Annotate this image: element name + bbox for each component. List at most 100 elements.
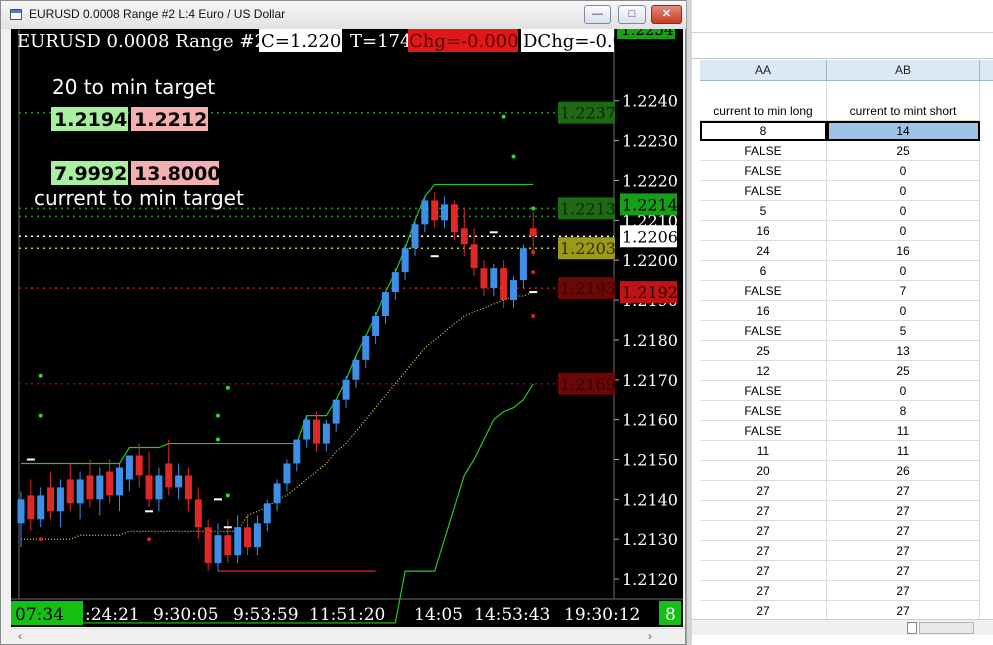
header-cell-short[interactable]: current to mint short: [827, 101, 980, 121]
cell-ab[interactable]: 5: [827, 321, 980, 341]
candle-body: [56, 487, 64, 512]
cell-aa[interactable]: 16: [700, 301, 827, 321]
cell-ab[interactable]: 0: [827, 301, 980, 321]
price-tick-label: 1.2240: [622, 92, 678, 111]
chart-horizontal-scrollbar[interactable]: ‹ ›: [11, 628, 683, 644]
price-chart[interactable]: EURUSD 0.0008 Range #2 C=1.2206 T=174 Ch…: [11, 29, 683, 627]
cell-ab[interactable]: 8: [827, 401, 980, 421]
column-header-ab[interactable]: AB: [827, 60, 980, 81]
cell-ab[interactable]: 11: [827, 421, 980, 441]
cell-ab[interactable]: 0: [827, 181, 980, 201]
candle-body: [27, 495, 35, 520]
header-cell-long[interactable]: current to min long: [700, 101, 827, 121]
cell-ab[interactable]: 7: [827, 281, 980, 301]
candle-body: [106, 471, 114, 496]
cell-aa[interactable]: FALSE: [700, 141, 827, 161]
box-short-1: 1.2212: [134, 109, 207, 131]
candle-body: [421, 200, 429, 225]
cell-ab[interactable]: 27: [827, 481, 980, 501]
cell-aa[interactable]: 27: [700, 561, 827, 581]
green-dot: [38, 373, 43, 378]
column-header-next[interactable]: [980, 60, 993, 81]
cell-aa[interactable]: 8: [700, 121, 827, 141]
formula-bar[interactable]: [692, 33, 993, 59]
cell-aa[interactable]: 20: [700, 461, 827, 481]
cell-aa[interactable]: FALSE: [700, 381, 827, 401]
sheet-scroll-track[interactable]: [919, 622, 974, 634]
sheet-horizontal-scrollbar[interactable]: [692, 619, 993, 635]
cell-ab[interactable]: 27: [827, 541, 980, 561]
price-tick-label: 1.2150: [622, 450, 678, 469]
cell-aa[interactable]: FALSE: [700, 421, 827, 441]
cell-ab[interactable]: 0: [827, 201, 980, 221]
cell-aa[interactable]: 25: [700, 341, 827, 361]
price-label: 1.2206: [622, 227, 678, 246]
candle-body: [135, 455, 143, 476]
candle-body: [460, 228, 468, 245]
cell-aa[interactable]: 27: [700, 581, 827, 601]
cell-aa[interactable]: 27: [700, 541, 827, 561]
cell-ab[interactable]: 16: [827, 241, 980, 261]
candle-body: [431, 200, 439, 221]
cell-aa[interactable]: FALSE: [700, 161, 827, 181]
cell-ab[interactable]: 11: [827, 441, 980, 461]
cell-ab[interactable]: 25: [827, 141, 980, 161]
candle-body: [342, 379, 350, 400]
scroll-left-icon[interactable]: ‹: [13, 630, 27, 644]
cell-ab[interactable]: 27: [827, 581, 980, 601]
cell-aa[interactable]: FALSE: [700, 401, 827, 421]
cell-aa[interactable]: 6: [700, 261, 827, 281]
cell-aa[interactable]: 5: [700, 201, 827, 221]
maximize-button[interactable]: □: [618, 5, 646, 24]
cell-ab[interactable]: 27: [827, 501, 980, 521]
cell-ab[interactable]: 13: [827, 341, 980, 361]
candle-body: [96, 475, 104, 500]
time-label: 19:30:12: [564, 605, 640, 625]
cell-ab[interactable]: 25: [827, 361, 980, 381]
minimize-button[interactable]: —: [584, 5, 611, 24]
cell-aa[interactable]: 27: [700, 521, 827, 541]
candle-body: [381, 292, 389, 316]
candle-body: [224, 535, 232, 556]
cell-aa[interactable]: 27: [700, 481, 827, 501]
column-header-aa[interactable]: AA: [700, 60, 827, 81]
cell-aa[interactable]: FALSE: [700, 321, 827, 341]
cell-ab[interactable]: 26: [827, 461, 980, 481]
candle-body: [125, 455, 133, 480]
cell-aa[interactable]: FALSE: [700, 181, 827, 201]
cell-aa[interactable]: 27: [700, 601, 827, 621]
tick-count: T=174: [350, 31, 411, 52]
cell-ab[interactable]: 27: [827, 561, 980, 581]
price-tick-label: 1.2130: [622, 530, 678, 549]
candle-body: [510, 280, 517, 301]
cell-ab[interactable]: 0: [827, 221, 980, 241]
time-label: 9:53:59: [233, 605, 299, 625]
candle-body: [194, 499, 202, 528]
green-dot: [216, 413, 220, 418]
green-dot: [225, 385, 230, 390]
cell-aa[interactable]: 16: [700, 221, 827, 241]
price-label: 1.2213: [560, 199, 616, 218]
candle-body: [332, 399, 340, 424]
cell-aa[interactable]: 11: [700, 441, 827, 461]
cell-ab[interactable]: 27: [827, 601, 980, 621]
cell-empty[interactable]: [827, 81, 980, 101]
cell-ab[interactable]: 14: [827, 121, 980, 141]
cell-empty[interactable]: [700, 81, 827, 101]
cell-ab[interactable]: 0: [827, 261, 980, 281]
cell-ab[interactable]: 0: [827, 161, 980, 181]
cell-ab[interactable]: 27: [827, 521, 980, 541]
cell-aa[interactable]: 12: [700, 361, 827, 381]
candle-body: [450, 204, 458, 233]
cell-aa[interactable]: 27: [700, 501, 827, 521]
cell-aa[interactable]: 24: [700, 241, 827, 261]
cell-aa[interactable]: FALSE: [700, 281, 827, 301]
close-button[interactable]: ✕: [651, 5, 682, 24]
cell-ab[interactable]: 0: [827, 381, 980, 401]
scroll-right-icon[interactable]: ›: [643, 630, 657, 644]
time-axis: :24:21 9:30:05 9:53:59 11:51:20 14:05 14:53:4…: [85, 605, 640, 625]
title-bar[interactable]: EURUSD 0.0008 Range #2 L:4 Euro / US Dol…: [1, 1, 687, 29]
sheet-scroll-left-icon[interactable]: [907, 622, 917, 634]
price-label: 1.2169: [560, 375, 616, 394]
chart-area[interactable]: EURUSD 0.0008 Range #2 C=1.2206 T=174 Ch…: [11, 29, 683, 627]
